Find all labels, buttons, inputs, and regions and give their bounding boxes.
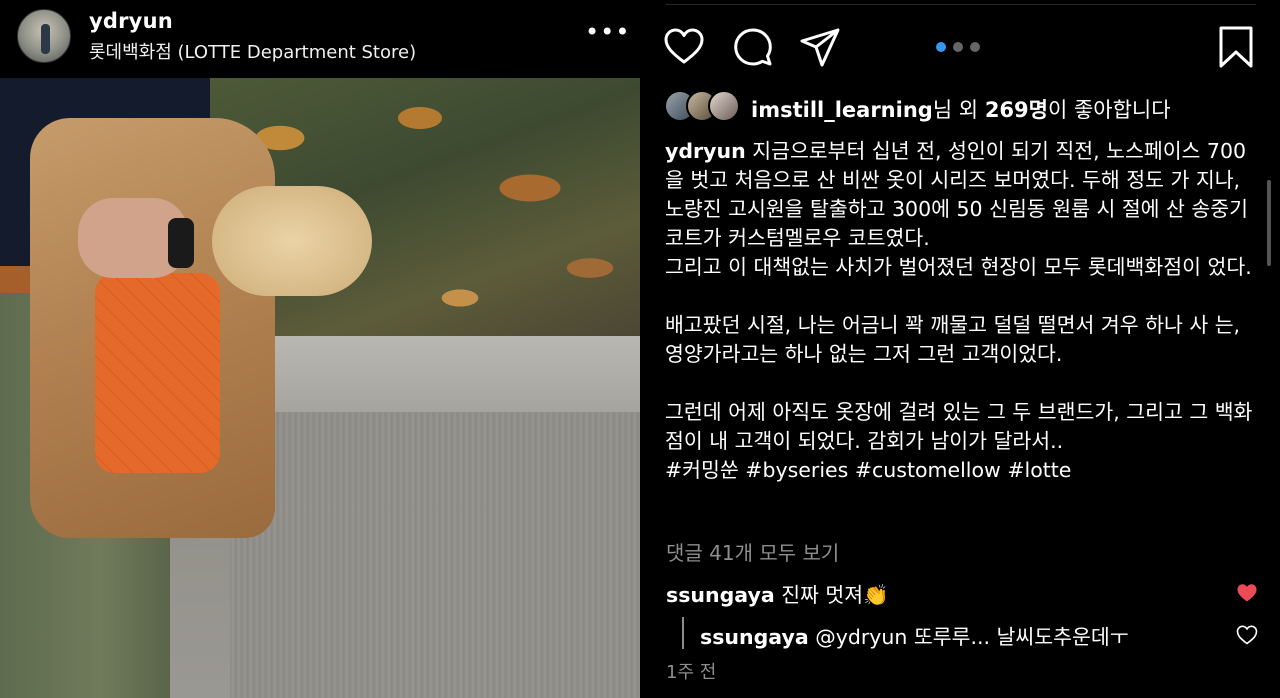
divider [666,4,1256,5]
caption-paragraph: 그런데 어제 아직도 옷장에 걸려 있는 그 두 브랜드가, 그리고 그 백화점… [665,400,1253,453]
liker-username[interactable]: imstill_learning [751,98,933,122]
comment-text: @ydryun 또루루... 날씨도추운데ㅜ [808,625,1129,649]
photo-watch [168,218,194,268]
photo-fur-collar [212,186,372,296]
liker-avatar [708,90,740,122]
post-caption: ydryun 지금으로부터 십년 전, 성인이 되기 직전, 노스페이스 700… [665,137,1255,485]
comment-reply: ssungaya @ydryun 또루루... 날씨도추운데ㅜ [700,620,1129,650]
post-header: ydryun 롯데백화점 (LOTTE Department Store) ••… [0,0,640,78]
post-details: imstill_learning님 외 269명이 좋아합니다 ydryun 지… [640,0,1280,698]
view-all-comments-link[interactable]: 댓글 41개 모두 보기 [666,537,839,566]
likes-summary: imstill_learning님 외 269명이 좋아합니다 [751,94,1171,124]
carousel-indicator [936,42,986,52]
post-timestamp: 1주 전 [666,662,717,683]
caption-paragraph: 배고팠던 시절, 나는 어금니 꽉 깨물고 덜덜 떨면서 겨우 하나 사 는, … [665,313,1247,366]
comment-username[interactable]: ssungaya [700,625,809,649]
likes-suffix: 이 좋아합니다 [1047,98,1171,122]
comment-like-filled-icon[interactable] [1236,582,1258,604]
paper-plane-icon[interactable] [798,25,842,69]
comment-text: 진짜 멋져👏 [774,583,889,607]
caption-author[interactable]: ydryun [665,139,746,163]
photo-jacket-lining [95,273,220,473]
scrollbar[interactable] [1267,180,1271,266]
comment-like-outline-icon[interactable] [1236,624,1258,646]
post-photo[interactable] [0,78,640,698]
caption-paragraph: ydryun 지금으로부터 십년 전, 성인이 되기 직전, 노스페이스 700… [665,137,1255,253]
comment-username[interactable]: ssungaya [666,583,775,607]
caption-hashtags[interactable]: #커밍쑨 #byseries #customellow #lotte [665,456,1255,485]
more-options-icon[interactable]: ••• [585,20,629,46]
photo-wall-ledge [230,336,640,412]
likes-mid-text: 님 외 [932,98,985,122]
carousel-dot [970,42,980,52]
caption-paragraph: 그리고 이 대책없는 사치가 벌어졌던 현장이 모두 롯데백화점이 었다. [665,255,1252,279]
bookmark-icon[interactable] [1214,25,1258,69]
caption-text: 지금으로부터 십년 전, 성인이 되기 직전, 노스페이스 700을 벗고 처음… [665,139,1255,250]
avatar[interactable] [17,9,71,63]
comment-bubble-icon[interactable] [731,25,775,69]
heart-outline-icon[interactable] [662,25,706,69]
post-location[interactable]: 롯데백화점 (LOTTE Department Store) [89,38,416,64]
likes-count[interactable]: 269명 [985,98,1048,122]
post-username[interactable]: ydryun [89,9,173,33]
comment: ssungaya 진짜 멋져👏 [666,578,889,608]
carousel-dot [953,42,963,52]
carousel-dot-active [936,42,946,52]
reply-thread-line [682,617,684,649]
photo-wall [230,412,640,698]
